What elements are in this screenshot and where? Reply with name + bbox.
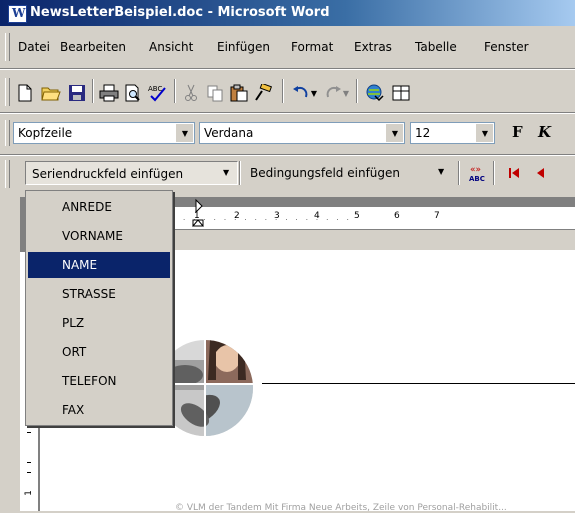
- dropdown-item-telefon[interactable]: TELEFON: [28, 368, 170, 394]
- dropdown-item-ort[interactable]: ORT: [28, 339, 170, 365]
- footer-text: © VLM der Tandem Mit Firma Neue Arbeits,…: [175, 503, 507, 513]
- dropdown-item-anrede[interactable]: ANREDE: [28, 194, 170, 220]
- dropdown-item-plz[interactable]: PLZ: [28, 310, 170, 336]
- dropdown-item-fax[interactable]: FAX: [28, 397, 170, 423]
- dropdown-item-name[interactable]: NAME: [28, 252, 170, 278]
- header-rule: [262, 383, 575, 384]
- dropdown-item-vorname[interactable]: VORNAME: [28, 223, 170, 249]
- dropdown-item-strasse[interactable]: STRASSE: [28, 281, 170, 307]
- newsletter-header-image: [160, 336, 255, 440]
- merge-field-dropdown: ANREDE VORNAME NAME STRASSE PLZ ORT TELE…: [25, 190, 173, 426]
